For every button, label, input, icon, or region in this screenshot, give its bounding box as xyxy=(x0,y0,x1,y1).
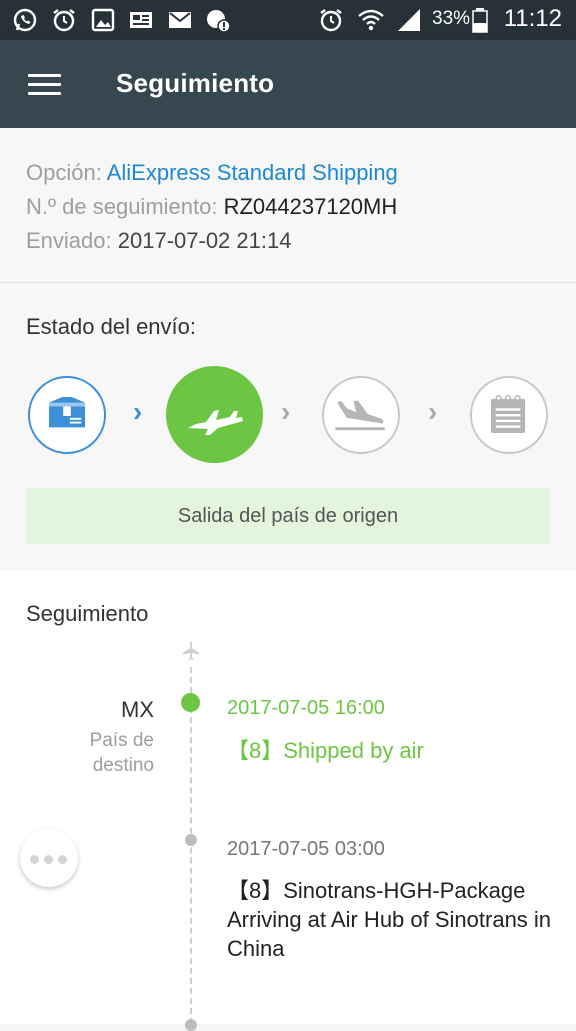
package-icon xyxy=(48,396,86,428)
alarm-clock-icon xyxy=(320,9,342,32)
alarm-icon xyxy=(53,9,75,32)
signal-icon xyxy=(398,9,420,31)
tracking-number: RZ044237120MH xyxy=(223,194,398,219)
timeline-dot xyxy=(185,1019,197,1031)
security-icon xyxy=(207,10,231,33)
tracking-title: Seguimiento xyxy=(26,601,149,626)
location-code: MX xyxy=(121,697,154,722)
option-label: Opción: xyxy=(26,160,102,185)
current-status-box: Salida del país de origen xyxy=(26,488,550,544)
more-icon[interactable] xyxy=(20,829,78,887)
whatsapp-icon xyxy=(13,8,37,32)
delivered-icon xyxy=(490,394,526,434)
status-bar: 33% 11:12 xyxy=(0,0,576,40)
mail-icon xyxy=(169,12,191,28)
location-name: País de destino xyxy=(89,730,154,776)
event-date: 2017-07-05 03:00 xyxy=(227,838,385,860)
chevron-right-icon: › xyxy=(133,396,143,427)
step-delivered xyxy=(470,376,548,454)
step-departure xyxy=(166,366,263,463)
shipment-info: Opción: AliExpress Standard Shipping N.º… xyxy=(0,128,576,283)
tracking-number-row: N.º de seguimiento: RZ044237120MH xyxy=(26,194,397,220)
tracking-label: N.º de seguimiento: xyxy=(26,194,218,219)
shipping-option-link[interactable]: AliExpress Standard Shipping xyxy=(107,160,398,185)
news-icon xyxy=(130,12,152,28)
airplane-icon xyxy=(182,641,200,661)
step-arrival xyxy=(322,376,400,454)
timeline-dot xyxy=(185,834,197,846)
sent-row: Enviado: 2017-07-02 21:14 xyxy=(26,228,291,254)
chevron-right-icon: › xyxy=(428,396,438,427)
event-description: 【8】Sinotrans-HGH-Package Arriving at Air… xyxy=(227,878,552,961)
event-description: 【8】Shipped by air xyxy=(227,738,424,763)
shipping-status-label: Estado del envío: xyxy=(26,314,197,339)
sent-date: 2017-07-02 21:14 xyxy=(117,228,292,253)
sent-label: Enviado: xyxy=(26,228,112,253)
shipping-status-section: Estado del envío: › › › Salida del país … xyxy=(0,283,576,571)
battery-percentage: 33% xyxy=(432,8,471,29)
clock: 11:12 xyxy=(503,5,562,32)
plane-landing-icon xyxy=(335,400,385,431)
tracking-section: Seguimiento MX País de destino 2017-07-0… xyxy=(0,571,576,1031)
battery-icon xyxy=(472,8,488,33)
event-date: 2017-07-05 16:00 xyxy=(227,697,385,719)
plane-takeoff-icon xyxy=(188,410,243,435)
gallery-icon xyxy=(91,8,115,32)
timeline-dot-active xyxy=(181,693,200,712)
app-bar: Seguimiento xyxy=(0,40,576,128)
step-package xyxy=(28,376,106,454)
menu-icon[interactable] xyxy=(20,64,68,104)
chevron-right-icon: › xyxy=(281,396,291,427)
page-title: Seguimiento xyxy=(116,68,275,98)
shipping-option-row: Opción: AliExpress Standard Shipping xyxy=(26,160,398,186)
wifi-icon xyxy=(358,9,384,31)
